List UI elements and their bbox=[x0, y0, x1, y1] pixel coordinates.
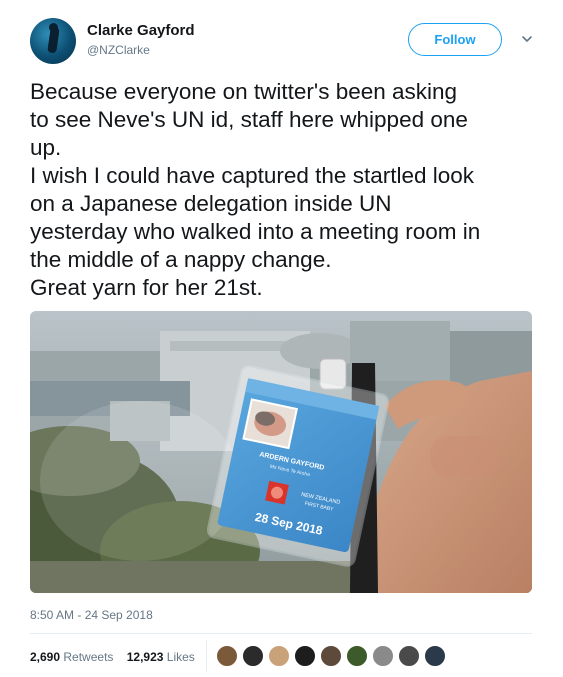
photo-scene: ARDERN GAYFORD Ms Neve Te Aroha NEW ZEAL… bbox=[30, 311, 532, 593]
liker-avatar[interactable] bbox=[346, 645, 368, 667]
divider bbox=[30, 633, 532, 634]
tweet-stats: 2,690 Retweets 12,923 Likes bbox=[30, 650, 205, 664]
liker-avatar[interactable] bbox=[216, 645, 238, 667]
retweets-label: Retweets bbox=[63, 650, 114, 664]
tweet-timestamp[interactable]: 8:50 AM - 24 Sep 2018 bbox=[30, 608, 153, 622]
likes-label: Likes bbox=[166, 650, 195, 664]
tweet-header: Clarke Gayford @NZClarke Follow bbox=[30, 18, 540, 66]
liker-avatar[interactable] bbox=[398, 645, 420, 667]
liker-avatar[interactable] bbox=[320, 645, 342, 667]
likes-count: 12,923 bbox=[126, 650, 164, 664]
tweet-line: the middle of a nappy change. bbox=[30, 247, 332, 272]
author-avatar[interactable] bbox=[30, 18, 76, 64]
tweet-line: I wish I could have captured the startle… bbox=[30, 163, 475, 188]
tweet-photo[interactable]: ARDERN GAYFORD Ms Neve Te Aroha NEW ZEAL… bbox=[30, 311, 532, 593]
liker-avatar[interactable] bbox=[424, 645, 446, 667]
retweets-count: 2,690 bbox=[30, 650, 61, 664]
retweets-stat[interactable]: 2,690 Retweets bbox=[30, 650, 113, 664]
tweet-text: Because everyone on twitter's been askin… bbox=[30, 78, 540, 302]
liker-avatar[interactable] bbox=[294, 645, 316, 667]
liker-avatars bbox=[216, 645, 450, 669]
liker-avatar[interactable] bbox=[268, 645, 290, 667]
stats-divider bbox=[206, 640, 207, 672]
author-name[interactable]: Clarke Gayford bbox=[87, 22, 195, 39]
liker-avatar[interactable] bbox=[242, 645, 264, 667]
tweet-line: to see Neve's UN id, staff here whipped … bbox=[30, 107, 468, 132]
author-handle[interactable]: @NZClarke bbox=[87, 43, 150, 57]
tweet-line: Because everyone on twitter's been askin… bbox=[30, 79, 458, 104]
avatar-figure-body bbox=[47, 26, 60, 54]
follow-button[interactable]: Follow bbox=[408, 23, 502, 56]
likes-stat[interactable]: 12,923 Likes bbox=[127, 650, 195, 664]
tweet-line: yesterday who walked into a meeting room… bbox=[30, 219, 481, 244]
tweet-line: up. bbox=[30, 135, 62, 160]
tweet-line: on a Japanese delegation inside UN bbox=[30, 191, 392, 216]
chevron-down-icon[interactable] bbox=[520, 32, 534, 46]
liker-avatar[interactable] bbox=[372, 645, 394, 667]
tweet-line: Great yarn for her 21st. bbox=[30, 275, 263, 300]
